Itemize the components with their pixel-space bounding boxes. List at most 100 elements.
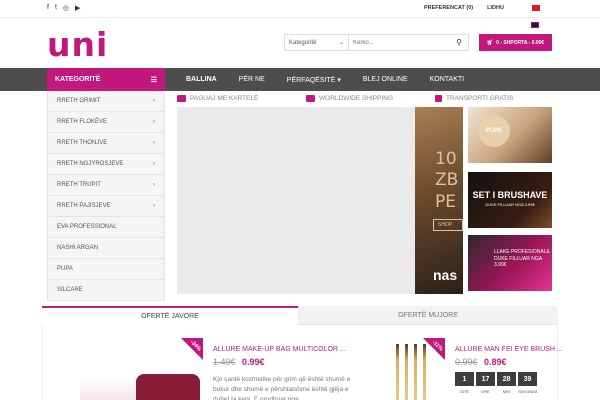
credit-card-icon — [177, 95, 186, 102]
sidebar-item-coloring[interactable]: RRETH NGJYROSJEVE › — [47, 154, 165, 175]
sidebar-item-label: RRETH PAJISJEVE — [57, 203, 111, 209]
top-links: PREFERENCAT (0) LIDHU — [424, 5, 504, 11]
sidebar-item-nails[interactable]: RRETH THONJVE › — [47, 133, 165, 154]
product-title[interactable]: ALLURE MAN FEI EYE BRUSH ... — [455, 346, 563, 353]
social-links: f t ◎ ▶ — [47, 4, 80, 12]
sidebar-item-devices[interactable]: RRETH PAJISJEVE › — [47, 196, 165, 217]
sidebar-item-label: RRETH GRIMIT — [57, 98, 101, 104]
cart-icon: 🛒︎ — [486, 39, 494, 46]
promo-tile-subtitle: DUKE FILLUAR NGA 3.99€ — [485, 202, 535, 207]
youtube-icon[interactable]: ▶ — [75, 4, 80, 12]
product-image-makeup-bag[interactable] — [80, 344, 200, 400]
search-category-select[interactable]: Kategoritë ⌄ — [285, 35, 349, 50]
hero-slide-image[interactable]: 10 ZB PE SHOP nas — [415, 107, 463, 294]
feature-gift-label: TRANSPORTI GRATIS — [446, 95, 514, 102]
slide-brand: nas — [433, 267, 458, 283]
promo-tile-pupa-label: PUPA — [478, 115, 510, 147]
sidebar-item-label: PUPA — [57, 266, 73, 272]
gift-icon — [435, 95, 442, 102]
sidebar-item-hair[interactable]: RRETH FLOKËVE › — [47, 112, 165, 133]
sidebar-item-body[interactable]: RRETH TRUPIT › — [47, 175, 165, 196]
hero-slider[interactable] — [177, 107, 415, 294]
chevron-down-icon: ⌄ — [338, 40, 344, 46]
feature-gift: TRANSPORTI GRATIS — [435, 95, 513, 102]
product-new-price: 0.89€ — [484, 357, 507, 367]
feature-shipping-label: WORLDWIDE SHIPPING — [319, 95, 394, 102]
english-flag-icon[interactable] — [531, 22, 539, 28]
countdown-hours-label: ORË — [481, 389, 490, 394]
slide-shop-button[interactable]: SHOP — [433, 219, 463, 231]
product-image-eye-brush[interactable] — [388, 344, 434, 400]
sidebar-item-label: RRETH THONJVE — [57, 140, 108, 146]
truck-icon — [306, 95, 315, 102]
promo-tile-brushes[interactable]: SET I BRUSHAVE DUKE FILLUAR NGA 3.99€ — [468, 172, 552, 228]
countdown-days: 1 — [455, 372, 474, 386]
brush-shape — [396, 344, 399, 400]
countdown-hours: 17 — [476, 372, 495, 386]
category-sidebar: RRETH GRIMIT › RRETH FLOKËVE › RRETH THONJ… — [47, 91, 165, 301]
cart-button[interactable]: 🛒︎ 0 - SHPORTA - 0.00€ — [479, 34, 552, 51]
sidebar-item-eva[interactable]: EVA PROFESSIONAL — [47, 217, 165, 238]
nav-link-representatives[interactable]: PËRFAQËSITË ▾ — [276, 76, 352, 84]
promo-tile-title: SET I BRUSHAVE — [472, 190, 548, 200]
twitter-icon[interactable]: t — [55, 4, 57, 12]
sidebar-item-label: SILCARE — [57, 287, 83, 293]
sidebar-item-nashi[interactable]: NASHI ARGAN — [47, 238, 165, 259]
sidebar-item-label: RRETH TRUPIT — [57, 182, 101, 188]
promo-tile-text: LLAKE PROFESIONALE DUKE FILLUAR NGA 3.99… — [494, 249, 550, 268]
cart-label: 0 - SHPORTA - 0.00€ — [496, 39, 545, 46]
facebook-icon[interactable]: f — [47, 4, 49, 12]
countdown-minutes-label: MIN — [502, 389, 511, 394]
chevron-right-icon: › — [153, 161, 155, 167]
nav-link-home[interactable]: BALLINA — [175, 76, 228, 83]
nav-link-contact[interactable]: KONTAKTI — [419, 76, 475, 83]
search-icon[interactable]: ⚲ — [450, 38, 468, 47]
product-title[interactable]: ALLURE MAKE-UP BAG MULTICOLOR ... — [213, 346, 346, 353]
brush-shape — [414, 344, 417, 400]
sidebar-item-label: NASHI ARGAN — [57, 245, 99, 251]
login-link[interactable]: LIDHU — [487, 5, 504, 11]
countdown-minutes: 28 — [497, 372, 516, 386]
countdown-days-label: DITË — [459, 389, 470, 394]
favorites-link[interactable]: PREFERENCAT (0) — [424, 5, 473, 11]
search-category-label: Kategoritë — [289, 39, 317, 46]
feature-card: PAGUAJ ME KARTELË — [177, 95, 258, 102]
chevron-right-icon: › — [153, 182, 155, 188]
site-logo[interactable]: uni — [47, 28, 108, 61]
sidebar-item-label: EVA PROFESSIONAL — [57, 224, 117, 230]
product-description: Kjo çantë kozmetike për grim që është sh… — [213, 376, 351, 400]
brush-shape — [423, 344, 426, 400]
product-new-price: 0.99€ — [242, 357, 265, 367]
search-bar: Kategoritë ⌄ ⚲ — [284, 34, 469, 51]
promo-tile-pupa[interactable]: PUPA — [468, 107, 552, 163]
sidebar-item-pupa[interactable]: PUPA — [47, 259, 165, 280]
top-bar — [0, 0, 600, 18]
sidebar-item-makeup[interactable]: RRETH GRIMIT › — [47, 91, 165, 112]
tab-monthly-offer[interactable]: OFERTË MUJORE — [298, 306, 558, 325]
nav-link-about[interactable]: PËR NE — [228, 76, 276, 83]
nav-link-shop[interactable]: BLEJ ONLINE — [352, 76, 419, 83]
categories-toggle[interactable]: KATEGORITË ☰ — [47, 68, 165, 91]
search-input[interactable] — [349, 39, 450, 46]
sidebar-item-label: RRETH FLOKËVE — [57, 119, 108, 125]
instagram-icon[interactable]: ◎ — [63, 4, 69, 12]
countdown-seconds: 39 — [518, 372, 537, 386]
tab-weekly-offer[interactable]: OFERTË JAVORE — [42, 306, 298, 325]
chevron-right-icon: › — [153, 140, 155, 146]
promo-tile-polish[interactable]: LLAKE PROFESIONALE DUKE FILLUAR NGA 3.99… — [468, 235, 552, 291]
sidebar-item-label: RRETH NGJYROSJEVE — [57, 161, 124, 167]
feature-shipping: WORLDWIDE SHIPPING — [306, 95, 393, 102]
brush-shape — [405, 344, 408, 400]
product-old-price: 0.99€ — [455, 357, 478, 367]
product-old-price: 1.49€ — [213, 357, 236, 367]
chevron-right-icon: › — [153, 98, 155, 104]
sidebar-item-silcare[interactable]: SILCARE — [47, 280, 165, 301]
nav-links: BALLINA PËR NE PËRFAQËSITË ▾ BLEJ ONLINE… — [175, 68, 475, 91]
categories-label: KATEGORITË — [55, 76, 101, 83]
albanian-flag-icon[interactable] — [532, 5, 540, 11]
slide-headline: 10 ZB PE — [435, 149, 459, 212]
countdown-seconds-label: SEKONDA — [518, 389, 538, 394]
chevron-right-icon: › — [153, 203, 155, 209]
makeup-bag-shape — [136, 374, 200, 400]
chevron-right-icon: › — [153, 119, 155, 125]
